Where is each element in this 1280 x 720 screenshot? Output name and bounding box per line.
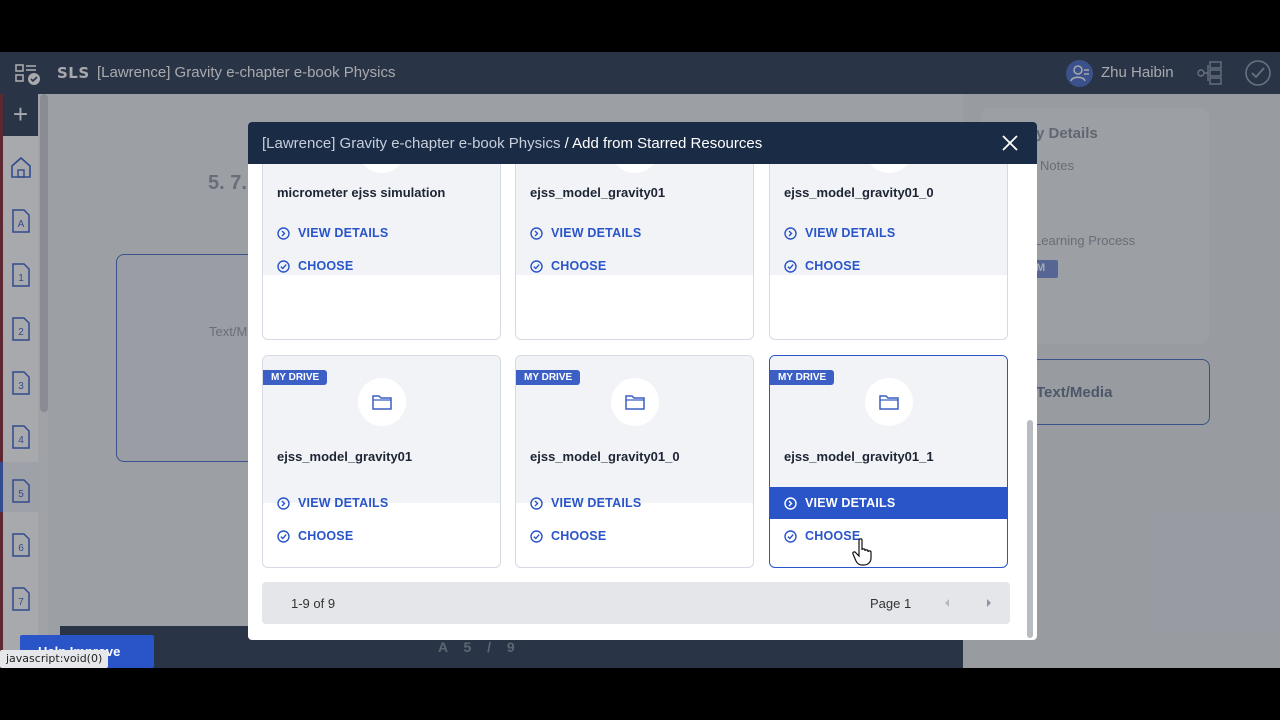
choose-button[interactable]: CHOOSE: [516, 250, 753, 282]
choose-button[interactable]: CHOOSE: [770, 250, 1007, 282]
view-details-button[interactable]: VIEW DETAILS: [516, 217, 753, 249]
choose-button[interactable]: CHOOSE: [263, 520, 500, 552]
modal-scrollbar[interactable]: [1027, 420, 1033, 638]
check-circle-icon: [784, 529, 797, 543]
resource-card[interactable]: ejss_model_gravity01_0 VIEW DETAILS CHOOSE: [769, 164, 1008, 340]
resource-name: ejss_model_gravity01_0: [784, 185, 934, 200]
close-icon[interactable]: [1001, 134, 1019, 152]
breadcrumb-parent[interactable]: [Lawrence] Gravity e-chapter e-book Phys…: [262, 135, 560, 152]
breadcrumb: [Lawrence] Gravity e-chapter e-book Phys…: [262, 135, 762, 152]
check-circle-icon: [530, 529, 543, 543]
view-details-button[interactable]: VIEW DETAILS: [263, 217, 500, 249]
modal-header: [Lawrence] Gravity e-chapter e-book Phys…: [248, 122, 1037, 164]
view-details-label: VIEW DETAILS: [805, 496, 896, 510]
folder-thumbnail: [358, 378, 406, 426]
check-circle-icon: [277, 529, 290, 543]
choose-button[interactable]: CHOOSE: [263, 250, 500, 282]
result-count: 1-9 of 9: [291, 596, 336, 611]
my-drive-badge: MY DRIVE: [263, 370, 328, 385]
folder-icon: [372, 395, 392, 410]
view-details-label: VIEW DETAILS: [805, 226, 896, 240]
chevron-circle-icon: [530, 226, 543, 240]
app-frame: SLS [Lawrence] Gravity e-chapter e-book …: [0, 52, 1280, 668]
resource-name: ejss_model_gravity01: [277, 449, 413, 464]
view-details-label: VIEW DETAILS: [298, 226, 389, 240]
prev-page-icon[interactable]: [942, 598, 952, 608]
choose-button[interactable]: CHOOSE: [770, 520, 1007, 552]
view-details-button[interactable]: VIEW DETAILS: [770, 217, 1007, 249]
resource-grid: micrometer ejss simulation VIEW DETAILS CH…: [248, 164, 1037, 640]
resource-name: micrometer ejss simulation: [277, 185, 446, 200]
status-url-tooltip: javascript:void(0): [0, 650, 109, 668]
chevron-circle-icon: [277, 226, 290, 240]
resource-card[interactable]: micrometer ejss simulation VIEW DETAILS CH…: [262, 164, 501, 340]
add-starred-resources-modal: [Lawrence] Gravity e-chapter e-book Phys…: [248, 122, 1037, 640]
view-details-button[interactable]: VIEW DETAILS: [263, 487, 500, 519]
resource-name: ejss_model_gravity01: [530, 185, 666, 200]
check-circle-icon: [530, 259, 543, 273]
breadcrumb-separator: /: [560, 135, 573, 152]
folder-thumbnail: [865, 378, 913, 426]
resource-card[interactable]: ejss_model_gravity01 VIEW DETAILS CHOOSE: [515, 164, 754, 340]
chevron-circle-icon: [784, 226, 797, 240]
view-details-button[interactable]: VIEW DETAILS: [516, 487, 753, 519]
resource-card[interactable]: MY DRIVE ejss_model_gravity01_1 VIEW DETAI…: [769, 355, 1008, 568]
chevron-circle-icon: [277, 496, 290, 510]
breadcrumb-current: Add from Starred Resources: [572, 135, 763, 152]
resource-name: ejss_model_gravity01_1: [784, 449, 934, 464]
choose-button[interactable]: CHOOSE: [516, 520, 753, 552]
choose-label: CHOOSE: [551, 529, 607, 543]
chevron-circle-icon: [784, 496, 797, 510]
view-details-button[interactable]: VIEW DETAILS: [770, 487, 1007, 519]
check-circle-icon: [277, 259, 290, 273]
resource-card[interactable]: MY DRIVE ejss_model_gravity01 VIEW DETAILS…: [262, 355, 501, 568]
view-details-label: VIEW DETAILS: [551, 226, 642, 240]
check-circle-icon: [784, 259, 797, 273]
choose-label: CHOOSE: [298, 259, 354, 273]
choose-label: CHOOSE: [298, 529, 354, 543]
next-page-icon[interactable]: [984, 598, 994, 608]
folder-icon: [879, 395, 899, 410]
chevron-circle-icon: [530, 496, 543, 510]
folder-icon: [625, 395, 645, 410]
choose-label: CHOOSE: [805, 259, 861, 273]
view-details-label: VIEW DETAILS: [551, 496, 642, 510]
my-drive-badge: MY DRIVE: [516, 370, 581, 385]
page-indicator: Page 1: [870, 596, 912, 611]
view-details-label: VIEW DETAILS: [298, 496, 389, 510]
pagination-bar: 1-9 of 9 Page 1: [262, 582, 1010, 624]
my-drive-badge: MY DRIVE: [770, 370, 835, 385]
resource-card[interactable]: MY DRIVE ejss_model_gravity01_0 VIEW DETAI…: [515, 355, 754, 568]
resource-name: ejss_model_gravity01_0: [530, 449, 680, 464]
hand-cursor-icon: [852, 538, 872, 566]
choose-label: CHOOSE: [551, 259, 607, 273]
folder-thumbnail: [611, 378, 659, 426]
